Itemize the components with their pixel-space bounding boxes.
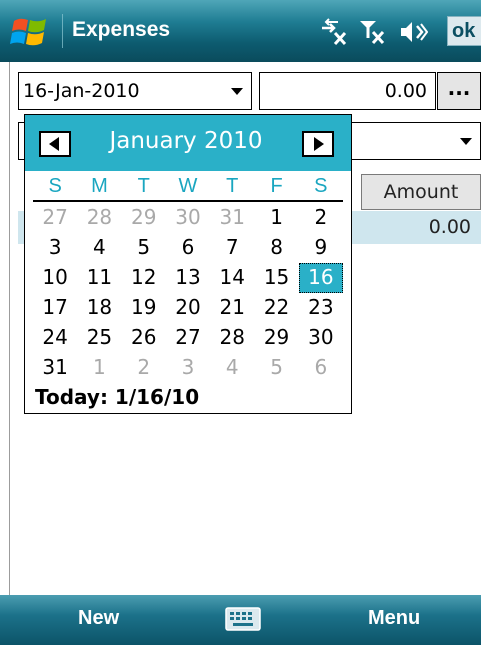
arrow-right-icon: [314, 137, 324, 151]
calendar-day[interactable]: 10: [33, 263, 77, 293]
weekday-label: T: [226, 175, 239, 197]
calendar-day[interactable]: 11: [77, 263, 121, 293]
new-softkey[interactable]: New: [78, 607, 119, 630]
calendar-day[interactable]: 28: [77, 203, 121, 233]
calendar-day[interactable]: 8: [254, 233, 298, 263]
calendar-day[interactable]: 28: [210, 323, 254, 353]
title-separator: [62, 14, 63, 48]
calendar-day[interactable]: 1: [254, 203, 298, 233]
arrow-left-icon: [49, 137, 59, 151]
calendar-day[interactable]: 6: [299, 353, 343, 383]
calendar-day[interactable]: 5: [254, 353, 298, 383]
windows-start-icon[interactable]: [10, 13, 50, 51]
content-border: [9, 62, 10, 595]
calendar-day[interactable]: 17: [33, 293, 77, 323]
keyboard-icon[interactable]: [225, 607, 261, 631]
weekday-header: S M T W T F S: [33, 175, 343, 199]
calendar-day[interactable]: 24: [33, 323, 77, 353]
app-title: Expenses: [72, 18, 171, 41]
calendar-day[interactable]: 19: [122, 293, 166, 323]
calendar-day[interactable]: 25: [77, 323, 121, 353]
calendar-day[interactable]: 3: [33, 233, 77, 263]
calendar-day[interactable]: 21: [210, 293, 254, 323]
next-month-button[interactable]: [302, 131, 334, 157]
calendar-day[interactable]: 27: [33, 203, 77, 233]
calendar-day[interactable]: 4: [210, 353, 254, 383]
calendar-day-selected[interactable]: 16: [298, 263, 343, 293]
weekday-divider: [33, 200, 343, 202]
connectivity-off-icon[interactable]: [318, 18, 348, 46]
calendar-day[interactable]: 31: [210, 203, 254, 233]
calendar-day[interactable]: 18: [77, 293, 121, 323]
calendar-day[interactable]: 23: [299, 293, 343, 323]
calendar-day[interactable]: 5: [122, 233, 166, 263]
date-value: 16-Jan-2010: [23, 80, 140, 102]
calendar-day[interactable]: 29: [122, 203, 166, 233]
speaker-icon[interactable]: [398, 18, 428, 46]
title-bar: Expenses ok: [0, 0, 481, 62]
calendar-day[interactable]: 22: [254, 293, 298, 323]
weekday-label: T: [137, 175, 150, 197]
calendar-day[interactable]: 12: [122, 263, 166, 293]
weekday-label: W: [178, 175, 198, 197]
calendar-day[interactable]: 9: [299, 233, 343, 263]
calendar-day[interactable]: 1: [77, 353, 121, 383]
main-content: 16-Jan-2010 0.00 ... Amount 0.00 January…: [0, 62, 481, 595]
calendar-day[interactable]: 27: [166, 323, 210, 353]
calendar-header: January 2010: [25, 115, 351, 171]
amount-calculator-button[interactable]: ...: [437, 72, 481, 110]
ok-button[interactable]: ok: [447, 16, 481, 46]
calendar-day[interactable]: 6: [166, 233, 210, 263]
calendar-month-label[interactable]: January 2010: [81, 128, 291, 154]
calendar-day[interactable]: 3: [166, 353, 210, 383]
calendar-day[interactable]: 30: [299, 323, 343, 353]
calendar-day[interactable]: 31: [33, 353, 77, 383]
calendar-day[interactable]: 2: [122, 353, 166, 383]
calendar-day-grid: 27 28 29 30 31 1 2 3 4 5 6 7 8 9 10 11 12 13 14 15 16 17 18 19 2…: [33, 203, 343, 383]
today-link[interactable]: Today: 1/16/10: [35, 385, 199, 409]
amount-input[interactable]: 0.00: [259, 72, 436, 110]
weekday-label: S: [314, 175, 328, 197]
calendar-day[interactable]: 20: [166, 293, 210, 323]
calendar-day[interactable]: 7: [210, 233, 254, 263]
previous-month-button[interactable]: [39, 131, 71, 157]
calendar-day[interactable]: 13: [166, 263, 210, 293]
chevron-down-icon[interactable]: [460, 138, 472, 145]
signal-off-icon[interactable]: [358, 18, 388, 46]
calendar-day[interactable]: 15: [254, 263, 298, 293]
menu-softkey[interactable]: Menu: [368, 607, 420, 630]
calendar-day[interactable]: 4: [77, 233, 121, 263]
calendar-day[interactable]: 26: [122, 323, 166, 353]
softkey-bar: New Menu: [0, 595, 481, 645]
calendar-day[interactable]: 30: [166, 203, 210, 233]
weekday-label: M: [91, 175, 108, 197]
calendar-day[interactable]: 29: [254, 323, 298, 353]
weekday-label: F: [270, 175, 283, 197]
calendar-day[interactable]: 14: [210, 263, 254, 293]
date-picker-combo[interactable]: 16-Jan-2010: [18, 72, 252, 110]
calendar-day[interactable]: 2: [299, 203, 343, 233]
chevron-down-icon[interactable]: [231, 88, 243, 95]
weekday-label: S: [48, 175, 62, 197]
calendar-popup[interactable]: January 2010 S M T W T F S 27 28 29 30 31 1 2 3…: [24, 114, 352, 414]
column-header-amount[interactable]: Amount: [361, 174, 481, 210]
table-cell-amount: 0.00: [428, 216, 471, 238]
